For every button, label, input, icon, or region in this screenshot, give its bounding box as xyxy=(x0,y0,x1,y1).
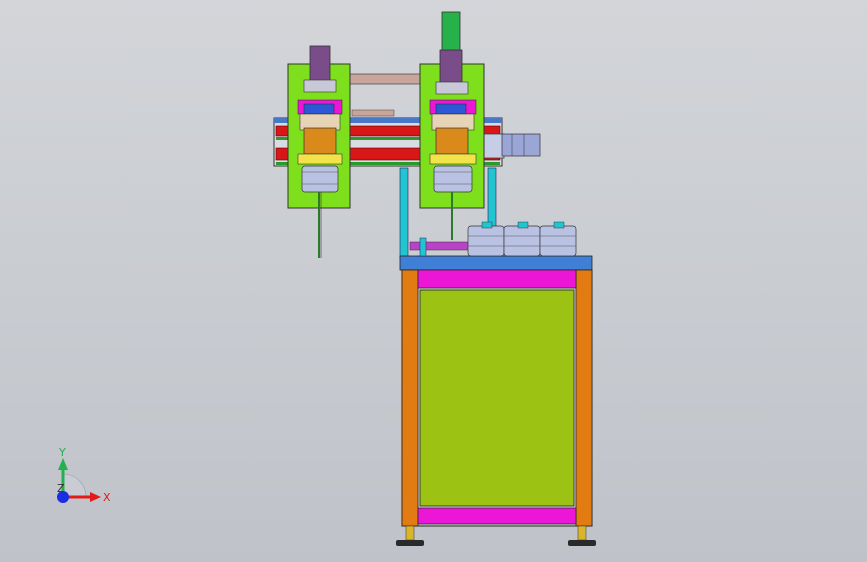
y-axis-label: Y xyxy=(58,446,66,459)
x-arrowhead-icon xyxy=(90,492,101,502)
side-motor[interactable] xyxy=(483,133,541,159)
work-table[interactable] xyxy=(399,221,593,271)
cad-viewport[interactable]: Y X Z xyxy=(0,0,867,562)
left-station-plate[interactable] xyxy=(287,45,351,258)
cabinet-frame[interactable] xyxy=(401,269,593,527)
x-axis-label: X xyxy=(103,491,111,504)
z-axis-label: Z xyxy=(57,482,65,495)
leveling-feet xyxy=(396,525,596,546)
cad-model-view[interactable]: Y X Z xyxy=(0,0,867,562)
coordinate-triad: Y X Z xyxy=(57,446,111,504)
y-arrowhead-icon xyxy=(58,458,68,470)
right-station-plate[interactable] xyxy=(419,11,485,240)
